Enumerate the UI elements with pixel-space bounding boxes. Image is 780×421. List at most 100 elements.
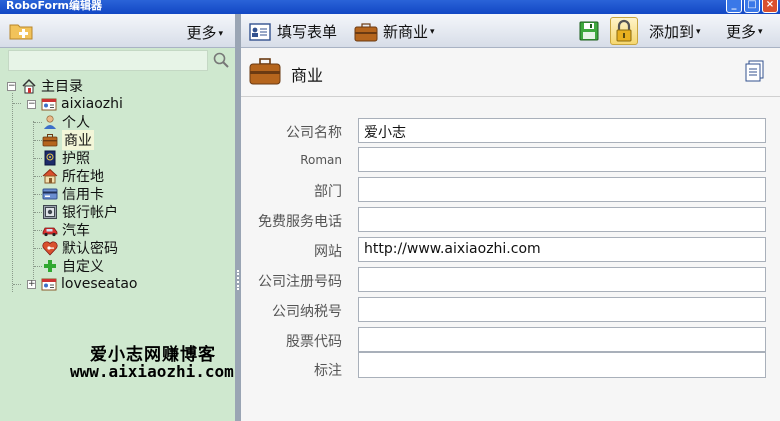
tree-item-passport[interactable]: 护照 [42,149,90,167]
tree-item-label: 默认密码 [62,241,118,257]
field-label: Roman [300,153,342,167]
briefcase-icon [42,134,58,147]
right-toolbar: 填写表单 新商业 ▾ 添加到 ▾ 更多 ▾ [241,14,780,48]
chevron-down-icon: ▾ [696,26,701,37]
tree-item-custom[interactable]: 自定义 [42,257,104,275]
save-icon[interactable] [579,21,599,41]
lock-icon [616,19,632,42]
heart-key-icon [42,241,58,256]
company-name-field[interactable]: 爱小志 [358,118,766,143]
website-field[interactable]: http://www.aixiaozhi.com [358,237,766,262]
passport-icon [44,150,56,166]
left-more-label: 更多 [186,24,217,42]
chevron-down-icon: ▾ [218,28,223,39]
field-label: 公司注册号码 [258,274,342,290]
tree-root[interactable]: − 主目录 [7,77,83,95]
left-more-menu[interactable]: 更多 ▾ [186,22,223,43]
section-header: 商业 [241,48,780,97]
right-more-menu[interactable]: 更多 ▾ [726,21,763,42]
tree-item-address[interactable]: 所在地 [42,167,104,185]
maximize-button[interactable]: □ [744,0,760,13]
section-title: 商业 [291,66,324,85]
form-row-roman: Roman [241,147,780,173]
identity-card-icon [41,98,57,111]
collapse-toggle[interactable]: − [27,99,36,109]
splitter-grip[interactable] [237,270,239,290]
tree-item-label: 自定义 [62,259,104,275]
minimize-button[interactable]: _ [726,0,742,13]
tax-id-field[interactable] [358,297,766,322]
briefcase-icon [354,22,378,41]
person-icon [44,115,56,129]
add-to-label: 添加到 [649,23,695,41]
chevron-down-icon: ▾ [758,26,763,37]
credit-card-icon [42,188,58,200]
tree-profile-label: aixiaozhi [61,96,123,112]
tree-item-label: 信用卡 [62,187,104,203]
tree-item-default-password[interactable]: 默认密码 [42,239,118,257]
tree-item-credit-card[interactable]: 信用卡 [42,185,104,203]
left-toolbar: 更多 ▾ [0,14,235,48]
search-icon[interactable] [212,51,230,69]
notes-icon[interactable] [745,60,765,82]
car-icon [42,227,58,237]
lock-button[interactable] [610,17,638,45]
new-folder-icon[interactable] [9,22,33,40]
tree-item-label: 护照 [62,151,90,167]
house-icon [42,168,58,184]
tree-item-label: 商业 [62,130,94,150]
expand-toggle[interactable]: + [27,279,36,289]
form-row-registration-number: 公司注册号码 [241,267,780,293]
form-row-website: 网站 http://www.aixiaozhi.com [241,237,780,263]
tree-item-personal[interactable]: 个人 [42,113,90,131]
chevron-down-icon: ▾ [430,26,435,37]
form-row-notes: 标注 [241,352,780,379]
tree-item-car[interactable]: 汽车 [42,221,90,239]
tree-item-business[interactable]: 商业 [42,130,94,150]
notes-field[interactable] [358,352,766,378]
fill-form-button[interactable]: 填写表单 [249,21,337,42]
field-label: 公司纳税号 [272,304,342,320]
tree-item-bank-account[interactable]: 银行帐户 [42,203,118,221]
search-input[interactable] [8,50,208,71]
plus-icon [44,260,56,272]
field-label: 公司名称 [286,125,342,141]
tree-profile[interactable]: + loveseatao [27,275,137,293]
department-field[interactable] [358,177,766,202]
field-label: 股票代码 [286,334,342,350]
collapse-toggle[interactable]: − [7,81,16,91]
add-to-menu[interactable]: 添加到 ▾ [649,21,701,42]
briefcase-icon [249,58,281,85]
watermark-url: www.aixiaozhi.com [70,362,234,381]
identity-card-icon [41,278,57,291]
new-business-label: 新商业 [383,23,429,41]
field-label: 网站 [314,244,342,260]
window-title-bar: RoboForm编辑器 _ □ × [0,0,780,14]
close-button[interactable]: × [762,0,778,13]
right-more-label: 更多 [726,23,757,41]
stock-symbol-field[interactable] [358,327,766,352]
roman-field[interactable] [358,147,766,172]
tree-profile[interactable]: − aixiaozhi [27,95,123,113]
home-icon [22,78,36,94]
tree-item-label: 银行帐户 [62,205,118,221]
form-card-icon [249,22,271,41]
safe-icon [43,205,57,219]
fill-form-label: 填写表单 [277,23,338,41]
window-title: RoboForm编辑器 [6,0,102,12]
right-pane: 填写表单 新商业 ▾ 添加到 ▾ 更多 ▾ 商业 公司名称 爱小志 Roman … [241,14,780,421]
tree-item-label: 汽车 [62,223,90,239]
form-row-stock-symbol: 股票代码 [241,327,780,353]
form-row-tax-id: 公司纳税号 [241,297,780,323]
toll-free-phone-field[interactable] [358,207,766,232]
field-label: 标注 [314,363,342,379]
form-row-toll-free-phone: 免费服务电话 [241,207,780,233]
tree-profile-label: loveseatao [61,276,138,292]
search-row [0,48,235,74]
tree-item-label: 所在地 [62,169,104,185]
field-label: 免费服务电话 [258,214,342,230]
new-business-button[interactable]: 新商业 ▾ [354,21,435,42]
registration-number-field[interactable] [358,267,766,292]
form-row-department: 部门 [241,177,780,203]
tree-root-label: 主目录 [41,79,83,95]
